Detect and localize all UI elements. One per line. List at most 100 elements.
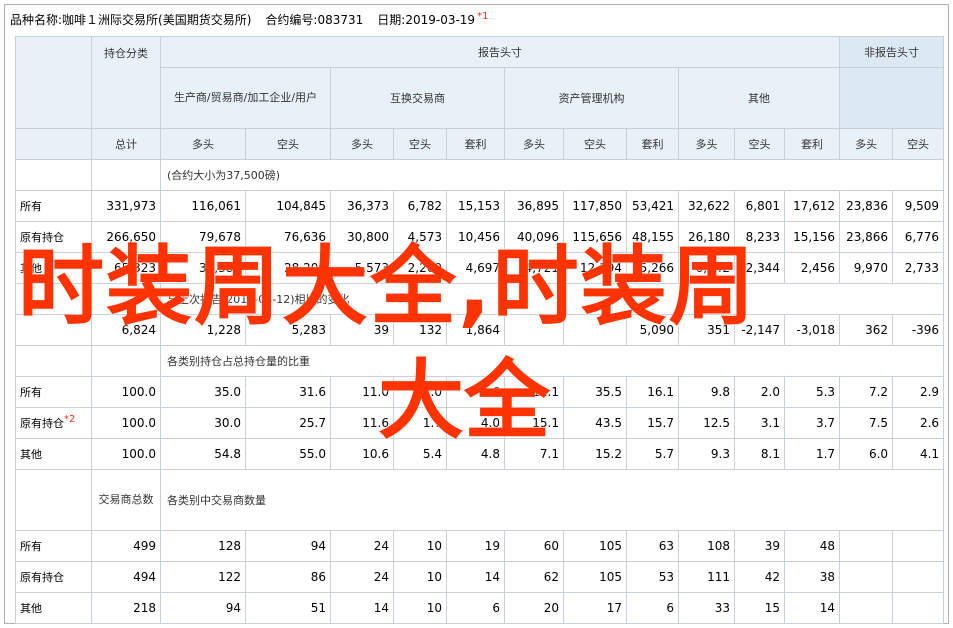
table-cell bbox=[839, 561, 894, 593]
table-cell: 8.1 bbox=[734, 438, 785, 470]
row-footnote: *2 bbox=[64, 414, 76, 425]
table-cell: 51 bbox=[245, 592, 331, 624]
section-traders-total-title: 交易商总数 bbox=[91, 469, 161, 531]
section-open-interest: 所有 331,973 116,061 104,845 36,373 6,782 15,153… bbox=[15, 190, 945, 284]
table-cell: 53 bbox=[626, 561, 679, 593]
code-label: 合约编号: bbox=[265, 13, 318, 27]
table-cell: 132 bbox=[393, 314, 447, 346]
table-cell: 14 bbox=[330, 592, 394, 624]
header-nonreported: 非报告头寸 bbox=[839, 36, 945, 68]
table-cell: 100.0 bbox=[91, 376, 161, 408]
table-cell: 5,283 bbox=[245, 314, 331, 346]
table-cell: 30.0 bbox=[160, 407, 246, 439]
table-cell: 8,233 bbox=[734, 221, 785, 253]
table-cell: 128 bbox=[160, 530, 246, 562]
table-cell: 48,155 bbox=[626, 221, 679, 253]
header-reported: 报告头寸 bbox=[159, 36, 841, 68]
header-nonreported-blank bbox=[839, 67, 945, 129]
table-cell: 86 bbox=[245, 561, 331, 593]
table-cell: 7.5 bbox=[839, 407, 894, 439]
table-cell bbox=[892, 561, 945, 593]
section-percent-title: 各类别持仓占总持仓量的比重 bbox=[159, 345, 945, 377]
table-cell: 10 bbox=[393, 561, 447, 593]
table-cell: 4,573 bbox=[393, 221, 447, 253]
section-spacer bbox=[15, 283, 92, 315]
table-cell: 331,973 bbox=[91, 190, 161, 222]
table-cell: 65,323 bbox=[91, 252, 161, 284]
table-cell: 105 bbox=[563, 530, 627, 562]
table-cell: 6,442 bbox=[678, 252, 735, 284]
table-cell: 5,573 bbox=[330, 252, 394, 284]
table-cell: 2.9 bbox=[892, 376, 945, 408]
table-cell bbox=[839, 530, 894, 562]
table-cell: 4.0 bbox=[446, 407, 505, 439]
table-cell: -3,018 bbox=[783, 314, 841, 346]
row-label: 原有持仓*2 bbox=[15, 407, 92, 439]
table-cell: 116,061 bbox=[160, 190, 246, 222]
table-cell: 100.0 bbox=[91, 438, 161, 470]
table-cell: 6,824 bbox=[91, 314, 161, 346]
header-long: 多头 bbox=[160, 128, 246, 160]
table-cell: 4.1 bbox=[892, 438, 945, 470]
table-cell: 1.7 bbox=[393, 407, 447, 439]
table-cell: 3.7 bbox=[783, 407, 841, 439]
table-cell: 9,509 bbox=[892, 190, 945, 222]
header-long: 多头 bbox=[330, 128, 394, 160]
row-label: 其他 bbox=[15, 438, 92, 470]
header-short: 空头 bbox=[393, 128, 447, 160]
header-managed: 资产管理机构 bbox=[504, 67, 679, 129]
row-label: 原有持仓 bbox=[15, 561, 92, 593]
table-cell: 30,800 bbox=[330, 221, 394, 253]
table-cell: 19 bbox=[446, 530, 505, 562]
report-title-line: 品种名称:咖啡１洲际交易所(美国期货交易所) 合约编号:083731 日期:2019… bbox=[10, 11, 488, 28]
table-cell: 15.7 bbox=[626, 407, 679, 439]
table-cell: 9.3 bbox=[678, 438, 735, 470]
table-cell: 5,090 bbox=[626, 314, 679, 346]
section-spacer bbox=[15, 469, 92, 531]
table-cell: 62 bbox=[504, 561, 564, 593]
table-cell: 33 bbox=[678, 592, 735, 624]
table-cell: 115,656 bbox=[563, 221, 627, 253]
table-cell: 6 bbox=[446, 592, 505, 624]
table-cell: 54.8 bbox=[160, 438, 246, 470]
row-label: 所有 bbox=[15, 530, 92, 562]
table-cell: 6,776 bbox=[892, 221, 945, 253]
table-cell: 4,721 bbox=[504, 252, 564, 284]
section-spacer bbox=[15, 345, 92, 377]
table-cell: 2,209 bbox=[393, 252, 447, 284]
section-traders-title: 各类别中交易商数量 bbox=[159, 469, 945, 531]
table-cell: 14 bbox=[783, 592, 841, 624]
header-short: 空头 bbox=[892, 128, 945, 160]
table-cell: 26,180 bbox=[678, 221, 735, 253]
table-cell: 24 bbox=[330, 530, 394, 562]
row-label: 原有持仓 bbox=[15, 221, 92, 253]
row-label: 所有 bbox=[15, 376, 92, 408]
table-cell: 111 bbox=[678, 561, 735, 593]
table-cell: 104,845 bbox=[245, 190, 331, 222]
table-cell: 23,836 bbox=[839, 190, 894, 222]
header-long: 多头 bbox=[504, 128, 564, 160]
title-footnote: *1 bbox=[477, 11, 489, 22]
table-cell bbox=[892, 592, 945, 624]
table-cell: 9,970 bbox=[839, 252, 894, 284]
table-cell: 10 bbox=[393, 530, 447, 562]
table-cell: 494 bbox=[91, 561, 161, 593]
table-cell: 36,373 bbox=[330, 190, 394, 222]
table-row: 其他 218 94 51 14 10 6 20 17 6 33 15 14 bbox=[15, 592, 945, 624]
table-cell: 11.1 bbox=[504, 376, 564, 408]
table-cell: 39 bbox=[734, 530, 785, 562]
table-cell: 94 bbox=[160, 592, 246, 624]
table-cell: 4.6 bbox=[446, 376, 505, 408]
header-short: 空头 bbox=[563, 128, 627, 160]
table-cell: 36,383 bbox=[160, 252, 246, 284]
table-cell: 16.1 bbox=[626, 376, 679, 408]
commodity-name: 咖啡１洲际交易所(美国期货交易所) bbox=[62, 13, 252, 27]
header-long: 多头 bbox=[839, 128, 894, 160]
table-cell: 351 bbox=[678, 314, 735, 346]
header-spread: 套利 bbox=[783, 128, 841, 160]
table-cell: 122 bbox=[160, 561, 246, 593]
table-row: 原有持仓 494 122 86 24 10 14 62 105 53 111 42 38 bbox=[15, 561, 945, 593]
table-cell: 35.0 bbox=[160, 376, 246, 408]
table-cell: 5.7 bbox=[626, 438, 679, 470]
changes-row: 6,824 1,228 5,283 39 132 1,864 5,090 351 -2,147-… bbox=[15, 314, 945, 346]
